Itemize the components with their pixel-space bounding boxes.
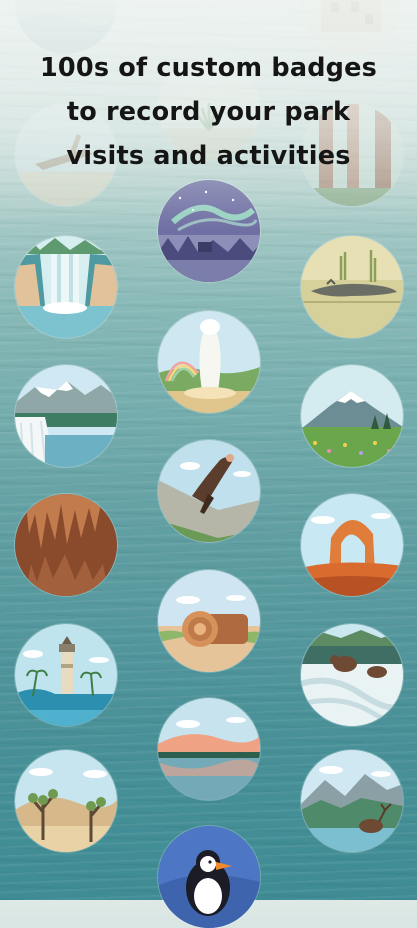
badge-petrified-log[interactable] (158, 570, 260, 672)
badge-geyser-rainbow[interactable] (158, 311, 260, 413)
badge-northern-lights[interactable] (158, 180, 260, 282)
badge-sunset-lake[interactable] (158, 698, 260, 800)
headline: 100s of custom badges to record your par… (39, 53, 378, 171)
badge-waterfall-canyon[interactable] (15, 236, 117, 338)
badge-condor[interactable] (158, 440, 260, 542)
badge-elk-valley[interactable] (301, 750, 403, 852)
badge-joshua-trees[interactable] (15, 750, 117, 852)
badge-lighthouse[interactable] (15, 624, 117, 726)
badge-puffin[interactable] (158, 826, 260, 928)
badge-cave[interactable] (15, 494, 117, 596)
badge-snowy-mountain-meadow[interactable] (301, 365, 403, 467)
badge-bears-falls[interactable] (301, 624, 403, 726)
badge-glacier[interactable] (15, 365, 117, 467)
badge-delicate-arch[interactable] (301, 494, 403, 596)
badge-alligator-marsh[interactable] (301, 236, 403, 338)
